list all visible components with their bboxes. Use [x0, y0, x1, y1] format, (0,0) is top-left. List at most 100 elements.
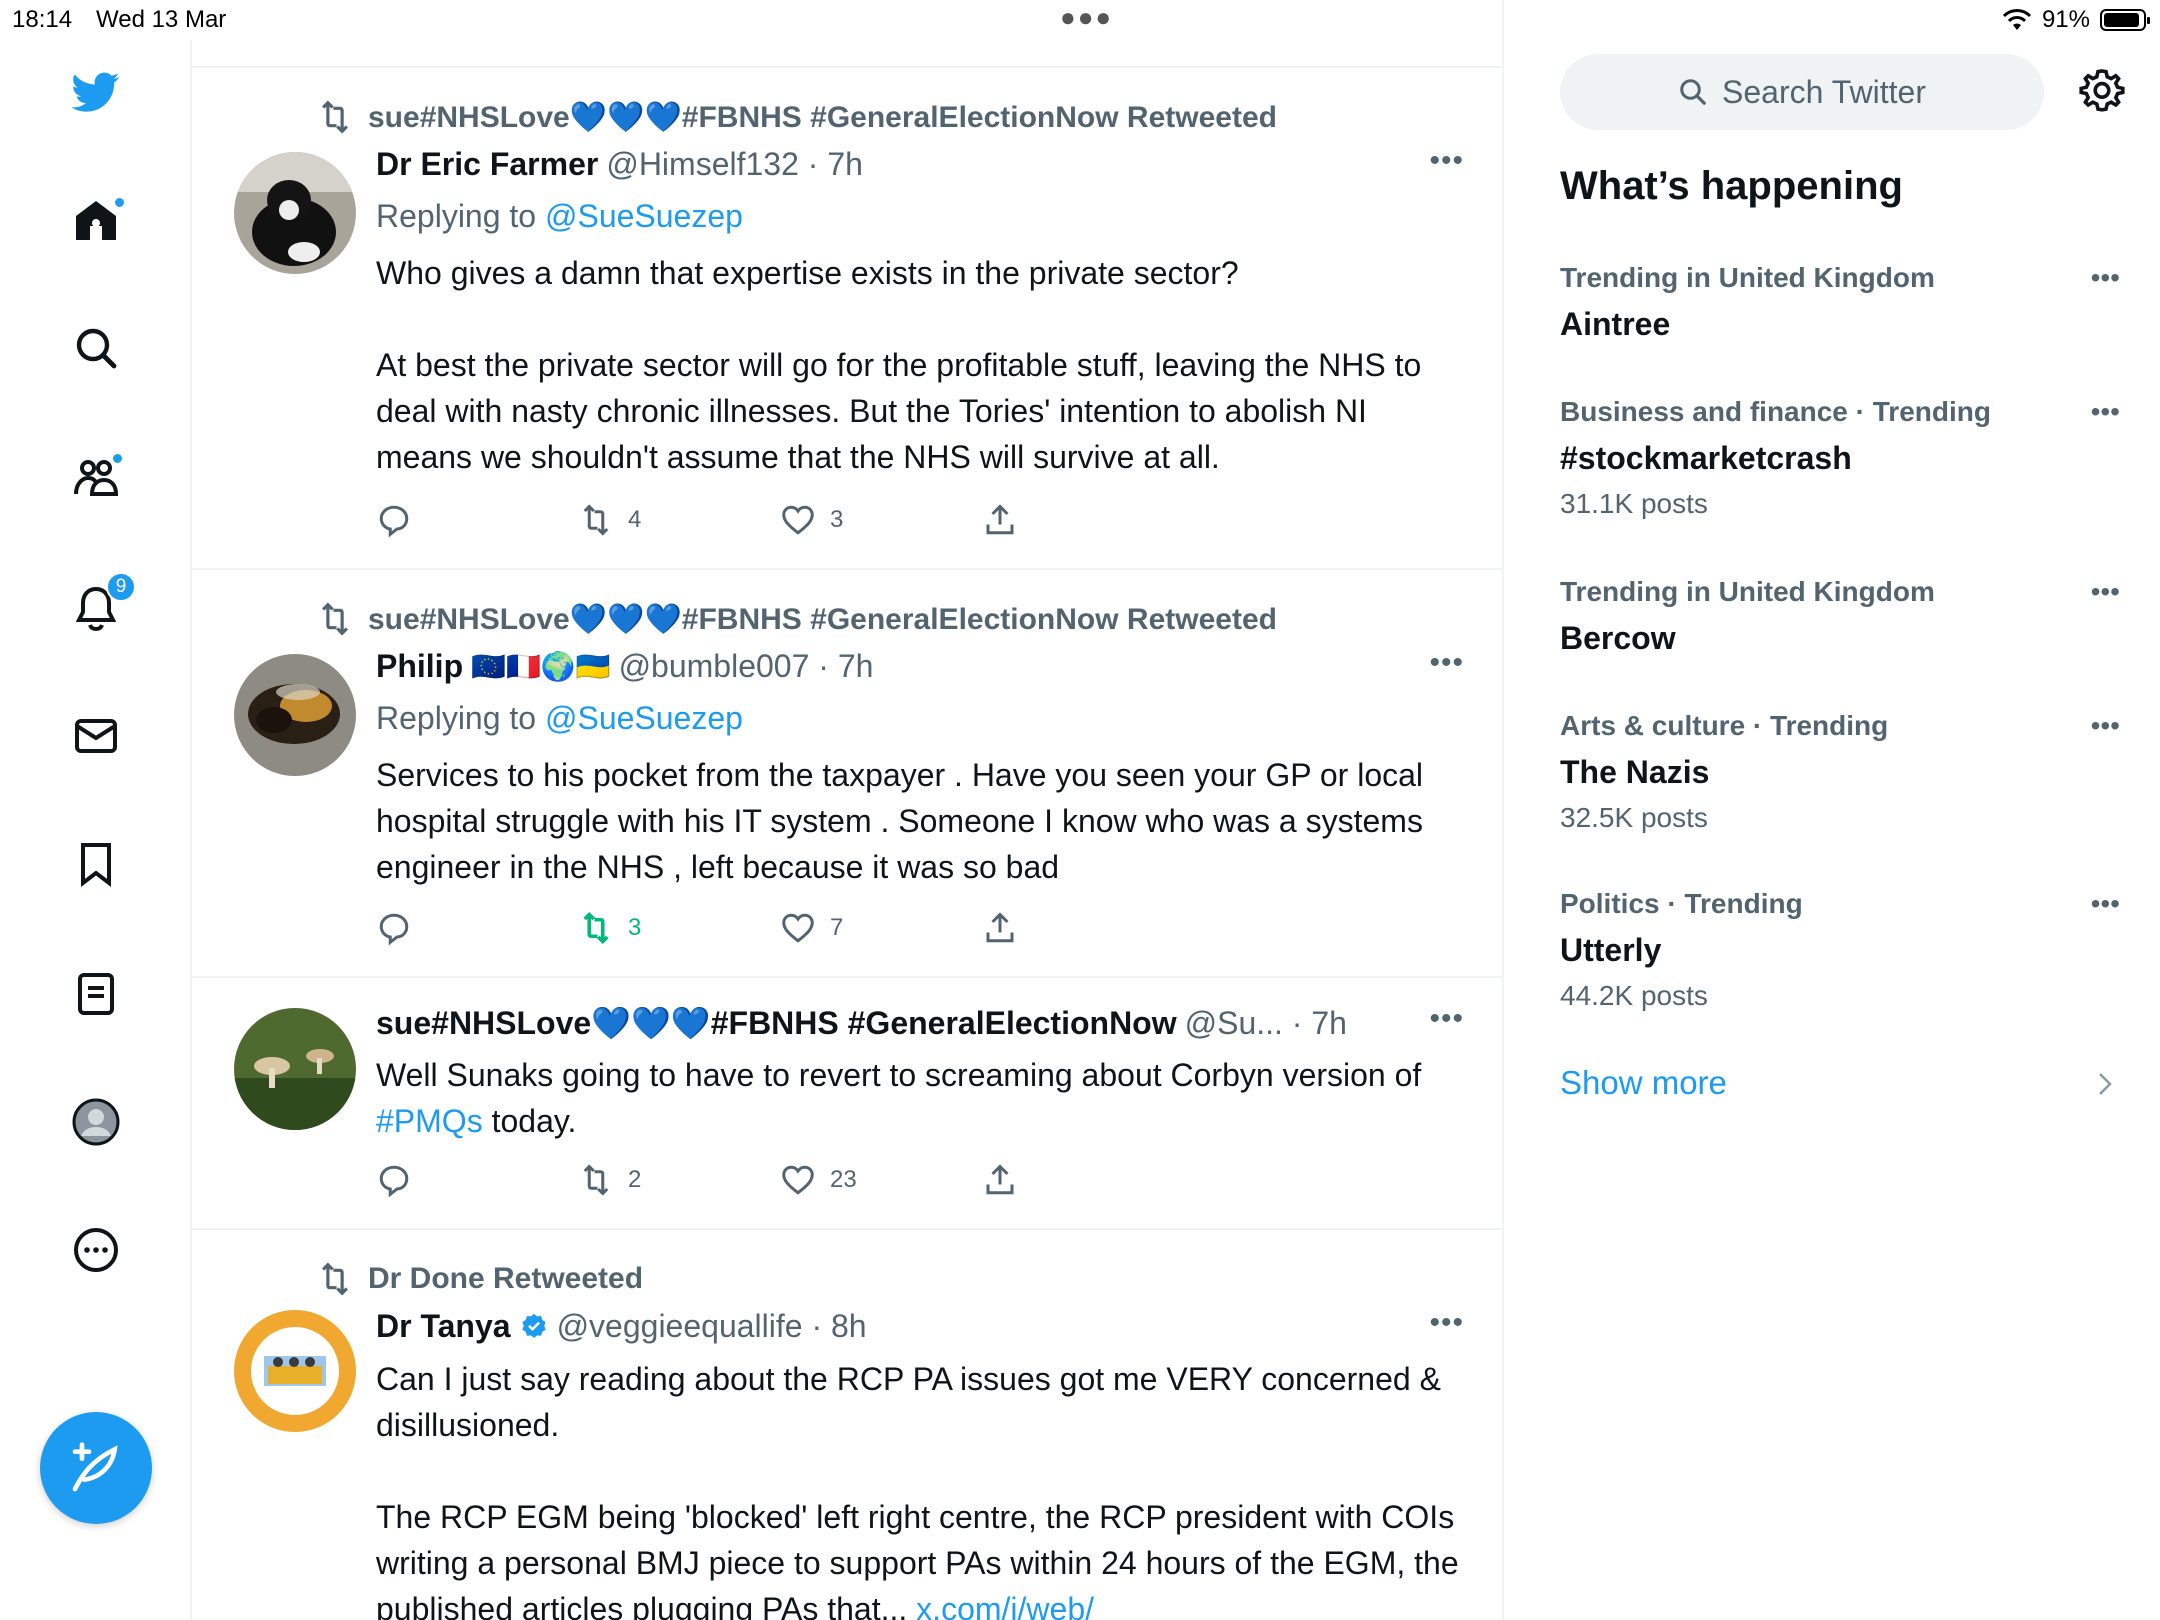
replying-prefix: Replying to: [376, 700, 545, 736]
replying-to: Replying to @SueSuezep: [376, 700, 743, 737]
trend-count: 44.2K posts: [1560, 980, 1708, 1011]
reply-mention-link[interactable]: @SueSuezep: [545, 198, 743, 234]
share-button[interactable]: [982, 910, 1184, 946]
tweet[interactable]: sue#NHSLove💙💙💙#FBNHS #GeneralElectionNow…: [192, 68, 1502, 570]
tweet-text: Well Sunaks going to have to revert to s…: [376, 1057, 1422, 1093]
retweet-icon: [583, 911, 609, 945]
share-button[interactable]: [982, 502, 1184, 538]
author-name[interactable]: sue#NHSLove💙💙💙#FBNHS #GeneralElectionNow: [376, 1004, 1177, 1042]
left-nav: 9: [0, 40, 192, 1620]
trend-topic: The Nazis: [1560, 754, 1710, 790]
twitter-logo-icon[interactable]: [66, 62, 126, 122]
trend-item[interactable]: Politics · Trending Utterly 44.2K posts …: [1560, 888, 2120, 1012]
heart-icon: [782, 1165, 814, 1195]
heart-icon: [782, 505, 814, 535]
compose-feather-icon: [72, 1442, 118, 1492]
trend-item[interactable]: Trending in United Kingdom Aintree •••: [1560, 262, 2120, 350]
trend-topic: Utterly: [1560, 932, 1662, 968]
reply-mention-link[interactable]: @SueSuezep: [545, 700, 743, 736]
trend-more-icon[interactable]: •••: [2091, 710, 2120, 742]
tweet-more-icon[interactable]: •••: [1429, 144, 1464, 178]
author-handle[interactable]: @veggieequallife · 8h: [557, 1308, 867, 1345]
tweet-actions: 2 23: [376, 1162, 1184, 1198]
tweet-text: At best the private sector will go for t…: [376, 347, 1422, 475]
explore-icon[interactable]: [66, 318, 126, 378]
tweet-more-icon[interactable]: •••: [1429, 1002, 1464, 1036]
tweet[interactable]: sue#NHSLove💙💙💙#FBNHS #GeneralElectionNow…: [192, 978, 1502, 1230]
tweet-more-icon[interactable]: •••: [1429, 646, 1464, 680]
avatar[interactable]: [234, 1310, 356, 1432]
tweet-actions: 3 7: [376, 910, 1184, 946]
bookmarks-icon[interactable]: [66, 834, 126, 894]
whats-happening-title: What’s happening: [1560, 164, 1903, 208]
replying-prefix: Replying to: [376, 198, 545, 234]
retweeted-by[interactable]: Dr Done Retweeted: [368, 1262, 643, 1296]
author-flags: 🇪🇺🇫🇷🌍🇺🇦: [471, 651, 611, 682]
tweet-actions: 4 3: [376, 502, 1184, 538]
trend-topic: Bercow: [1560, 620, 1676, 656]
retweet-context: sue#NHSLove💙💙💙#FBNHS #GeneralElectionNow…: [316, 98, 1277, 136]
trend-more-icon[interactable]: •••: [2091, 396, 2120, 428]
trend-more-icon[interactable]: •••: [2091, 262, 2120, 294]
author-handle[interactable]: @bumble007 · 7h: [619, 648, 874, 685]
home-icon[interactable]: [66, 190, 126, 250]
show-more-link[interactable]: Show more: [1560, 1064, 1727, 1102]
lists-icon[interactable]: [66, 964, 126, 1024]
retweet-icon: [583, 1164, 609, 1196]
avatar[interactable]: [234, 654, 356, 776]
avatar[interactable]: [234, 1008, 356, 1130]
author-handle[interactable]: @Himself132 · 7h: [606, 146, 863, 183]
like-button[interactable]: 7: [780, 910, 982, 946]
tweet-body: Well Sunaks going to have to revert to s…: [376, 1052, 1466, 1144]
trend-more-icon[interactable]: •••: [2091, 576, 2120, 608]
retweet-context: Dr Done Retweeted: [316, 1260, 643, 1298]
like-button[interactable]: 3: [780, 502, 982, 538]
tweet[interactable]: sue#NHSLove💙💙💙#FBNHS #GeneralElectionNow…: [192, 570, 1502, 978]
author-name[interactable]: Dr Eric Farmer: [376, 146, 598, 183]
profile-icon[interactable]: [66, 1092, 126, 1152]
search-input[interactable]: Search Twitter: [1560, 54, 2044, 130]
reply-button[interactable]: [376, 910, 578, 946]
more-icon[interactable]: [66, 1220, 126, 1280]
home-new-dot: [113, 196, 126, 209]
timeline-header: [192, 0, 1502, 68]
retweeted-by[interactable]: sue#NHSLove💙💙💙#FBNHS #GeneralElectionNow…: [368, 602, 1277, 637]
retweet-icon: [322, 1262, 348, 1296]
retweet-icon: [322, 602, 348, 636]
trend-item[interactable]: Business and finance · Trending #stockma…: [1560, 396, 2120, 520]
show-more-link[interactable]: x.com/i/web/: [916, 1591, 1094, 1620]
tweet-more-icon[interactable]: •••: [1429, 1306, 1464, 1340]
reply-button[interactable]: [376, 502, 578, 538]
timeline: sue#NHSLove💙💙💙#FBNHS #GeneralElectionNow…: [192, 0, 1504, 1620]
messages-icon[interactable]: [66, 706, 126, 766]
like-count: 23: [830, 1166, 857, 1193]
avatar[interactable]: [234, 152, 356, 274]
search-placeholder: Search Twitter: [1722, 73, 1926, 110]
retweet-button[interactable]: 4: [578, 502, 780, 538]
settings-gear-icon[interactable]: [2078, 68, 2126, 116]
tweet-header: Dr Eric Farmer @Himself132 · 7h: [376, 146, 863, 183]
notifications-icon[interactable]: 9: [66, 572, 136, 638]
tweet[interactable]: Dr Done Retweeted Dr Tanya @veggieequall…: [192, 1230, 1502, 1620]
author-name[interactable]: Philip: [376, 648, 463, 685]
tweet-header: Dr Tanya @veggieequallife · 8h: [376, 1308, 867, 1345]
like-button[interactable]: 23: [780, 1162, 982, 1198]
retweet-button[interactable]: 2: [578, 1162, 780, 1198]
tweet-body: Can I just say reading about the RCP PA …: [376, 1356, 1466, 1620]
author-handle[interactable]: @Su... · 7h: [1185, 1005, 1347, 1042]
author-name[interactable]: Dr Tanya: [376, 1308, 511, 1345]
tweet-header: sue#NHSLove💙💙💙#FBNHS #GeneralElectionNow…: [376, 1004, 1347, 1042]
trend-meta: Arts & culture · Trending: [1560, 710, 1889, 741]
trend-item[interactable]: Trending in United Kingdom Bercow •••: [1560, 576, 2120, 664]
communities-icon[interactable]: [66, 448, 126, 508]
hashtag-link[interactable]: #PMQs: [376, 1103, 483, 1139]
compose-tweet-button[interactable]: [40, 1412, 152, 1524]
trend-item[interactable]: Arts & culture · Trending The Nazis 32.5…: [1560, 710, 2120, 834]
share-button[interactable]: [982, 1162, 1184, 1198]
tweet-body: Who gives a damn that expertise exists i…: [376, 250, 1466, 480]
trend-more-icon[interactable]: •••: [2091, 888, 2120, 920]
reply-button[interactable]: [376, 1162, 578, 1198]
retweet-button-active[interactable]: 3: [578, 910, 780, 946]
retweeted-by[interactable]: sue#NHSLove💙💙💙#FBNHS #GeneralElectionNow…: [368, 100, 1277, 135]
search-icon: [1680, 79, 1706, 105]
